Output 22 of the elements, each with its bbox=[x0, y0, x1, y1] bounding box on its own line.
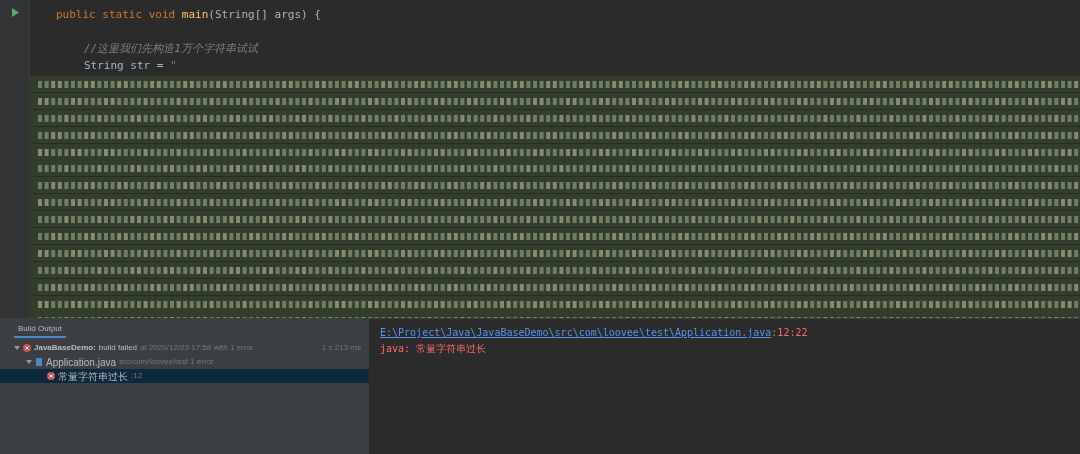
code-text: " bbox=[170, 58, 177, 74]
node-title: 常量字符串过长 bbox=[58, 369, 128, 384]
code-text: main bbox=[181, 7, 209, 23]
node-title: JavaBaseDemo: bbox=[34, 342, 96, 354]
code-text: String str = bbox=[84, 58, 165, 74]
expand-arrow-icon[interactable] bbox=[26, 359, 32, 365]
code-comment: //这里我们先构造1万个字符串试试 bbox=[84, 41, 258, 57]
node-title: Application.java bbox=[46, 355, 117, 370]
tree-row[interactable]: 常量字符串过长 :12 bbox=[0, 369, 369, 383]
code-text: public static void bbox=[56, 7, 177, 23]
code-text: (String[] args) { bbox=[208, 7, 321, 23]
file-path-link[interactable]: E:\Project\Java\JavaBaseDemo\src\com\loovee\test\Application.java bbox=[380, 325, 772, 341]
expand-arrow-icon[interactable] bbox=[14, 345, 20, 351]
node-status: build failed bbox=[98, 342, 138, 354]
node-detail: :12 bbox=[131, 370, 143, 382]
file-icon bbox=[35, 358, 43, 366]
error-message: java: 常量字符串过长 bbox=[380, 342, 488, 356]
error-icon bbox=[23, 344, 31, 352]
error-icon bbox=[47, 372, 55, 380]
run-icon[interactable] bbox=[10, 8, 19, 17]
error-position: :12:22 bbox=[771, 326, 808, 340]
build-output-tab[interactable]: Build Output bbox=[14, 322, 67, 338]
